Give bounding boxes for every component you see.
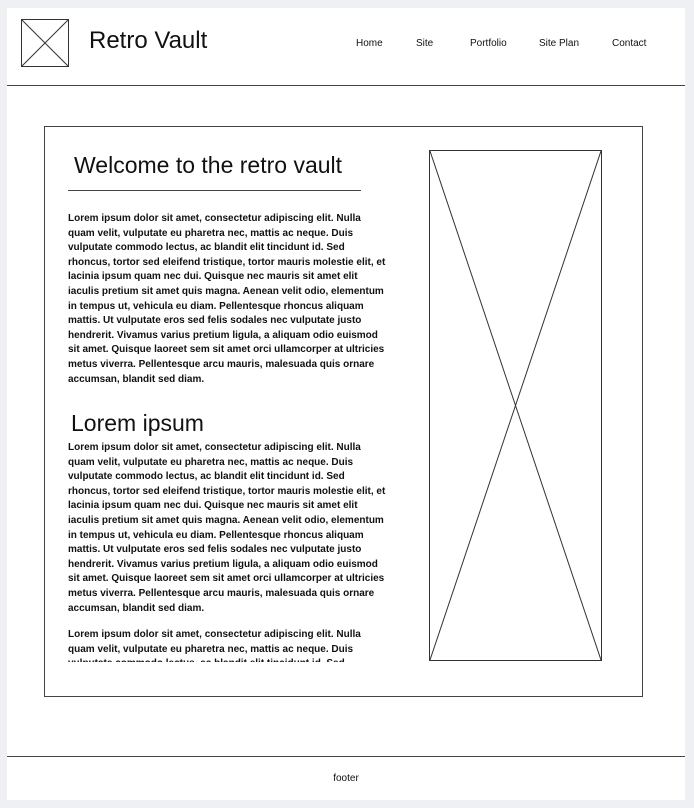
- body-paragraph: Lorem ipsum dolor sit amet, consectetur …: [68, 442, 386, 614]
- footer-text: footer: [333, 773, 359, 784]
- site-title[interactable]: Retro Vault: [89, 27, 207, 55]
- body-paragraph-overflow[interactable]: Lorem ipsum dolor sit amet, consectetur …: [68, 628, 388, 662]
- section-heading: Lorem ipsum: [71, 410, 204, 436]
- nav-item-home[interactable]: Home: [356, 38, 383, 50]
- body-paragraph-more: Lorem ipsum dolor sit amet, consectetur …: [68, 629, 361, 662]
- nav-item-contact[interactable]: Contact: [612, 38, 646, 50]
- heading-divider: [68, 190, 361, 191]
- footer: footer: [7, 756, 685, 801]
- header: Retro Vault Home Site Portfolio Site Pla…: [7, 8, 685, 86]
- page-title: Welcome to the retro vault: [74, 152, 343, 178]
- nav-item-portfolio[interactable]: Portfolio: [470, 38, 507, 50]
- image-placeholder-icon: [429, 150, 602, 661]
- intro-paragraph: Lorem ipsum dolor sit amet, consectetur …: [68, 213, 386, 385]
- main-content: Welcome to the retro vault Lorem ipsum d…: [44, 126, 643, 697]
- page: Retro Vault Home Site Portfolio Site Pla…: [7, 8, 685, 800]
- logo-placeholder-icon[interactable]: [21, 19, 69, 67]
- nav-item-site[interactable]: Site: [416, 38, 433, 50]
- nav-item-site-plan[interactable]: Site Plan: [539, 38, 579, 50]
